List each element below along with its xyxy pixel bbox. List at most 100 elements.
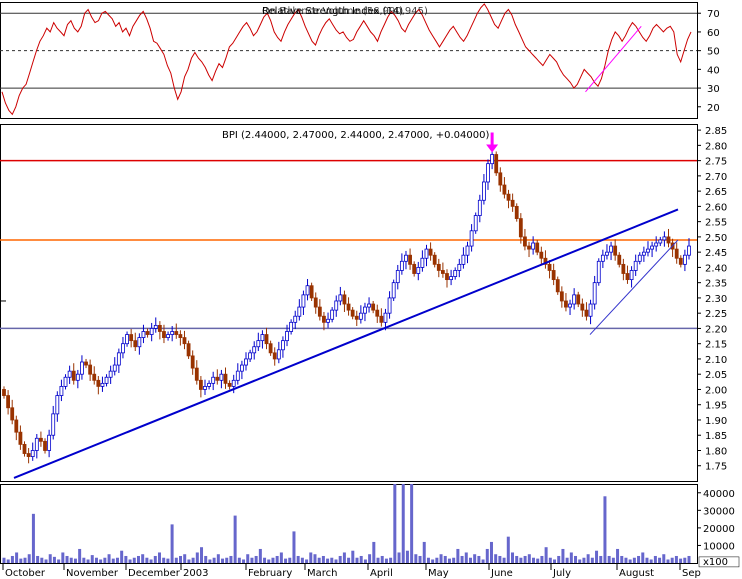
volume-bar (439, 554, 443, 563)
candle-body (461, 254, 466, 265)
volume-bar (44, 559, 48, 563)
price-panel: 1.75 1.80 1.85 1.90 1.95 2.00 2.05 2.10 2.15 2.20… (0, 124, 727, 482)
volume-bar (263, 557, 267, 563)
candle-body (133, 340, 138, 348)
price-tick-label: 1.75 (705, 462, 727, 473)
candle-body (354, 315, 359, 320)
volume-bar (187, 559, 191, 563)
volume-bar (595, 550, 599, 563)
volume-bar (590, 557, 594, 563)
volume-bar (426, 557, 430, 563)
volume-bar (653, 555, 657, 563)
volume-bar (569, 552, 573, 563)
volume-bar (368, 554, 372, 563)
price-tick-label: 1.90 (705, 416, 727, 427)
candle-body (39, 437, 43, 442)
volume-bar (27, 554, 31, 563)
candle-body (104, 376, 109, 384)
candle-body (408, 254, 412, 265)
volume-bar (347, 557, 351, 563)
volume-bar (372, 541, 376, 563)
candle-body (453, 270, 458, 277)
volume-bar (607, 555, 611, 563)
candle-body (506, 193, 511, 201)
candle-body (182, 337, 187, 345)
candle-body (80, 361, 84, 375)
volume-bar (460, 555, 464, 563)
volume-bar (674, 555, 678, 563)
candle-body (170, 331, 175, 335)
volume-bar (536, 558, 540, 563)
volume-tick-label: 30000 (703, 506, 735, 517)
candle-body (633, 260, 638, 271)
candle-body (588, 303, 593, 317)
candle-body (219, 373, 224, 381)
volume-bar (162, 557, 166, 563)
volume-bar (473, 554, 477, 563)
volume-bar (40, 557, 44, 563)
price-tick-label: 2.75 (705, 157, 727, 168)
candle-body (157, 324, 162, 332)
month-label: December (128, 568, 181, 579)
candle-body (6, 395, 11, 409)
candle-body (576, 294, 581, 305)
candle-body (375, 309, 380, 317)
volume-bar (624, 557, 628, 563)
candle-body (584, 309, 589, 317)
volume-bar (330, 557, 334, 563)
volume-bar (317, 557, 321, 563)
month-label: June (490, 568, 513, 579)
candle-body (383, 312, 388, 323)
volume-bar (271, 557, 275, 563)
candle-body (59, 386, 64, 396)
candle-body (203, 386, 207, 390)
volume-bar (519, 557, 523, 563)
volume-bar (641, 552, 645, 563)
volume-bar (565, 557, 569, 563)
candle-body (285, 331, 289, 342)
candle-body (568, 303, 572, 308)
volume-bar (52, 556, 56, 563)
volume-bar (359, 555, 363, 563)
candle-body (346, 303, 351, 311)
month-label: November (66, 568, 119, 579)
candle-body (322, 315, 326, 323)
candle-body (473, 215, 478, 232)
candle-body (678, 257, 683, 265)
volume-bar (662, 554, 666, 563)
month-label: October (5, 568, 46, 579)
volume-bar (632, 557, 636, 563)
candle-body (559, 291, 564, 302)
candle-body (682, 254, 687, 265)
candle-body (330, 309, 335, 320)
volume-bar (334, 559, 338, 563)
candle-body (178, 334, 183, 338)
volume-bar (15, 552, 19, 563)
candle-body (137, 337, 142, 348)
candle-body (194, 367, 199, 381)
volume-bar (170, 524, 174, 563)
candle-body (621, 263, 626, 274)
volume-bar (435, 557, 439, 563)
volume-bar (90, 555, 94, 563)
volume-bar (515, 555, 519, 563)
candle-body (580, 303, 585, 311)
volume-bar (279, 552, 283, 563)
candle-body (34, 437, 39, 451)
volume-bar (65, 555, 69, 563)
price-tick-label: 2.55 (705, 218, 727, 229)
volume-bar (300, 557, 304, 563)
volume-bar (649, 559, 653, 563)
candle-body (531, 242, 536, 250)
candle-body (424, 248, 429, 259)
volume-bar (557, 555, 561, 563)
volume-bar (31, 513, 35, 563)
price-tick-label: 2.40 (705, 263, 727, 274)
rsi-tick-label: 50 (707, 47, 720, 58)
candle-body (2, 389, 6, 396)
candle-body (18, 431, 23, 445)
volume-bar (485, 548, 489, 563)
candle-body (646, 248, 650, 253)
price-tick-label: 2.15 (705, 340, 727, 351)
volume-bar (342, 552, 346, 563)
